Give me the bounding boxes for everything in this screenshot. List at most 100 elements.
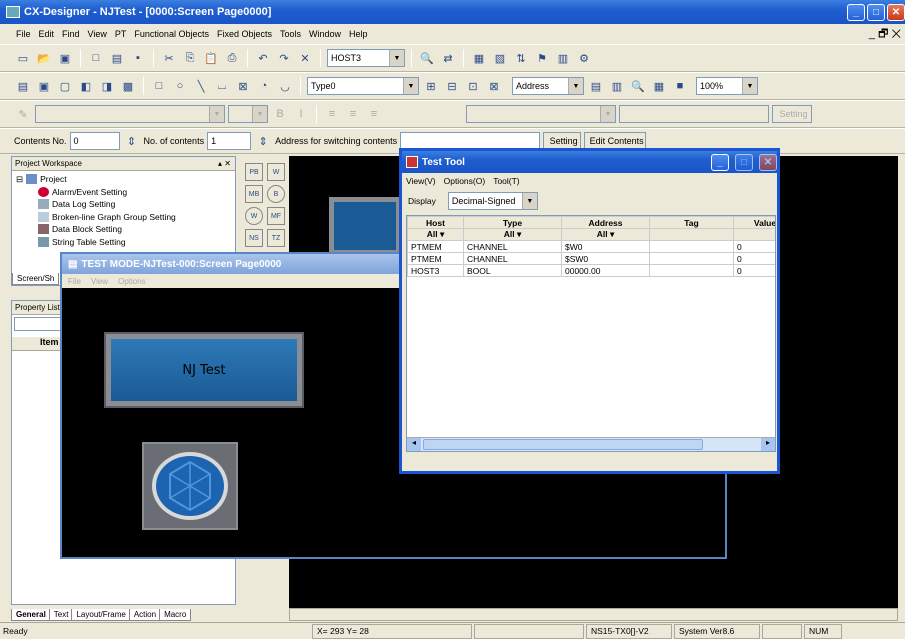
tool-menu-options[interactable]: Options(O): [444, 176, 486, 186]
round-button[interactable]: [142, 442, 238, 530]
id-icon[interactable]: ▥: [608, 77, 626, 95]
grid-icon[interactable]: ▦: [470, 49, 488, 67]
tab-macro[interactable]: Macro: [159, 609, 192, 621]
back-icon[interactable]: ◨: [98, 77, 116, 95]
test-icon[interactable]: ⚑: [533, 49, 551, 67]
address-combo[interactable]: Address ▼: [512, 77, 584, 95]
new-screen-icon[interactable]: □: [87, 49, 105, 67]
fill-icon[interactable]: ■: [671, 77, 689, 95]
menu-view[interactable]: View: [88, 29, 107, 39]
tree-item-data-log[interactable]: Data Log Setting: [16, 198, 231, 211]
tree-item-alarm[interactable]: Alarm/Event Setting: [16, 186, 231, 199]
table-row[interactable]: PTMEM CHANNEL $SW0 0: [407, 252, 775, 265]
contents-no-input[interactable]: 0: [69, 132, 120, 150]
tab-screen[interactable]: Screen/Sh: [12, 273, 60, 285]
snap-icon[interactable]: ▦: [650, 77, 668, 95]
label4-icon[interactable]: ⊠: [485, 77, 503, 95]
menu-find[interactable]: Find: [62, 29, 80, 39]
menu-tools[interactable]: Tools: [280, 29, 301, 39]
polyline-icon[interactable]: ⌴: [213, 77, 231, 95]
menu-help[interactable]: Help: [349, 29, 368, 39]
save-all-icon[interactable]: ▣: [56, 49, 74, 67]
close-icon[interactable]: ▴ ✕: [218, 159, 231, 168]
tree-item-graph[interactable]: Broken-line Graph Group Setting: [16, 211, 231, 224]
host-combo[interactable]: HOST3 ▼: [327, 49, 405, 67]
front-icon[interactable]: ◧: [77, 77, 95, 95]
settings-icon[interactable]: ⚙: [575, 49, 593, 67]
canvas-horizontal-scrollbar[interactable]: [289, 608, 898, 621]
label3-icon[interactable]: ⊡: [464, 77, 482, 95]
filter-address[interactable]: All ▾: [561, 228, 650, 241]
horizontal-scrollbar[interactable]: ◂ ▸: [407, 437, 775, 451]
menu-functional-objects[interactable]: Functional Objects: [134, 29, 209, 39]
open-screen-icon[interactable]: ▤: [108, 49, 126, 67]
tree-item-project[interactable]: ⊟ Project: [16, 173, 231, 186]
minimize-button[interactable]: _: [711, 153, 729, 171]
tab-action[interactable]: Action: [128, 609, 162, 621]
tool-menu-tool[interactable]: Tool(T): [493, 176, 519, 186]
paste-icon[interactable]: 📋: [202, 49, 220, 67]
zoom-combo[interactable]: 100% ▼: [696, 77, 758, 95]
print-icon[interactable]: ⎙: [223, 49, 241, 67]
cut-icon[interactable]: ✂: [160, 49, 178, 67]
transfer-icon[interactable]: ⇅: [512, 49, 530, 67]
close-button[interactable]: ✕: [759, 153, 777, 171]
copy-icon[interactable]: ⎘: [181, 49, 199, 67]
sector-icon[interactable]: ◔: [255, 77, 273, 95]
undo-icon[interactable]: ↶: [254, 49, 272, 67]
pushbutton-icon[interactable]: PB: [245, 163, 263, 181]
replace-icon[interactable]: ⇄: [439, 49, 457, 67]
polygon-icon[interactable]: ⊠: [234, 77, 252, 95]
spinner-icon[interactable]: ⇕: [123, 132, 141, 150]
align-icon[interactable]: ▤: [14, 77, 32, 95]
multifunction-icon[interactable]: MB: [245, 185, 263, 203]
spinner-icon[interactable]: ⇕: [254, 132, 272, 150]
delete-icon[interactable]: ✕: [296, 49, 314, 67]
addr-icon[interactable]: ▤: [587, 77, 605, 95]
filter-type[interactable]: All ▾: [463, 228, 562, 241]
line-icon[interactable]: ╲: [192, 77, 210, 95]
ungroup-icon[interactable]: ▢: [56, 77, 74, 95]
word-button-icon[interactable]: W: [267, 163, 285, 181]
save-icon[interactable]: ▪: [129, 49, 147, 67]
test-menu-file[interactable]: File: [68, 277, 81, 286]
nj-test-button[interactable]: NJ Test: [106, 334, 302, 406]
arc-icon[interactable]: ◡: [276, 77, 294, 95]
tool-menu-view[interactable]: View(V): [406, 176, 436, 186]
tab-general[interactable]: General: [11, 609, 51, 621]
tab-layout-frame[interactable]: Layout/Frame: [71, 609, 131, 621]
bit-lamp-icon[interactable]: B: [267, 185, 285, 203]
test-menu-options[interactable]: Options: [118, 277, 146, 286]
word-lamp-icon[interactable]: W: [245, 207, 263, 225]
tree-item-data-block[interactable]: Data Block Setting: [16, 223, 231, 236]
menu-file[interactable]: File: [16, 29, 31, 39]
close-button[interactable]: ✕: [887, 3, 905, 21]
group-icon[interactable]: ▣: [35, 77, 53, 95]
canvas-button-preview[interactable]: [329, 197, 401, 255]
binoculars-icon[interactable]: 🔍: [418, 49, 436, 67]
numeral-icon[interactable]: NS: [245, 229, 263, 247]
new-icon[interactable]: ▭: [14, 49, 32, 67]
maximize-button[interactable]: □: [735, 153, 753, 171]
tab-text[interactable]: Text: [48, 609, 74, 621]
rectangle-icon[interactable]: □: [150, 77, 168, 95]
no-of-contents-input[interactable]: 1: [207, 132, 252, 150]
display-select[interactable]: Decimal-Signed ▼: [447, 192, 538, 210]
type-combo[interactable]: Type0 ▼: [307, 77, 419, 95]
menu-edit[interactable]: Edit: [39, 29, 55, 39]
mdi-controls[interactable]: _ 🗗 ✕: [869, 25, 901, 44]
zoom-icon[interactable]: 🔍: [629, 77, 647, 95]
filter-host[interactable]: All ▾: [407, 228, 464, 241]
table-row[interactable]: HOST3 BOOL 00000.00 0: [407, 264, 775, 277]
menu-window[interactable]: Window: [309, 29, 341, 39]
maximize-button[interactable]: □: [867, 3, 885, 21]
open-icon[interactable]: 📂: [35, 49, 53, 67]
string-icon[interactable]: TZ: [267, 229, 285, 247]
circle-icon[interactable]: ○: [171, 77, 189, 95]
label-icon[interactable]: ⊞: [422, 77, 440, 95]
tree-item-string-table[interactable]: String Table Setting: [16, 236, 231, 249]
menu-fixed-objects[interactable]: Fixed Objects: [217, 29, 272, 39]
layer-icon[interactable]: ▧: [491, 49, 509, 67]
multifunction-field-icon[interactable]: MF: [267, 207, 285, 225]
lock-icon[interactable]: ▩: [119, 77, 137, 95]
